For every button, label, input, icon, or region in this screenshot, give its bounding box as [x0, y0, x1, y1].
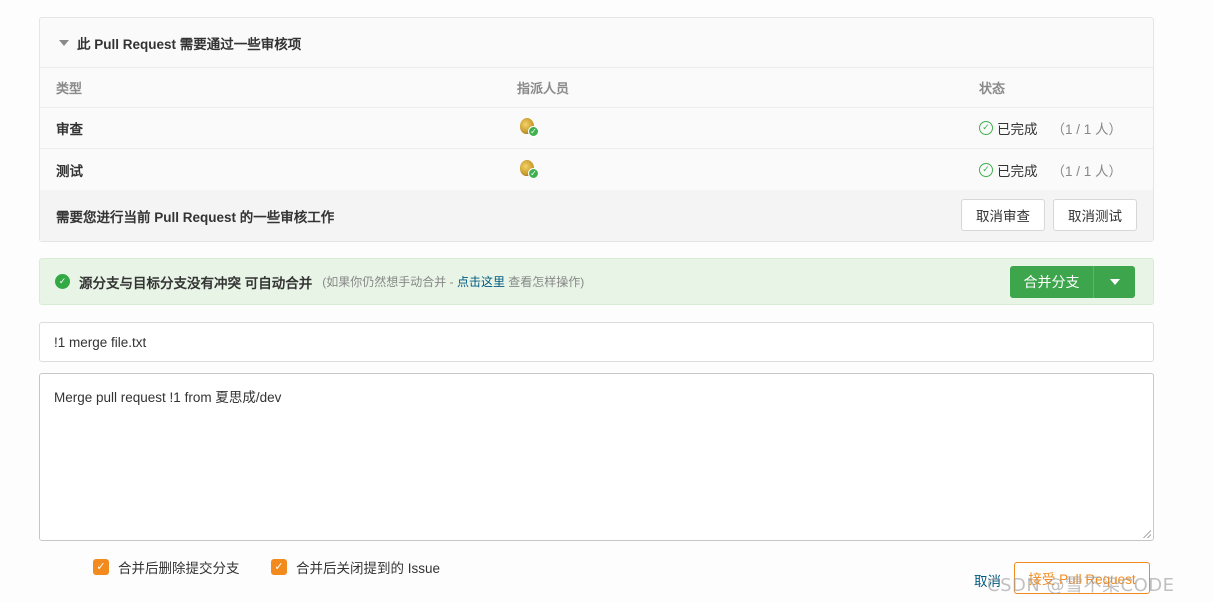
merge-options-dropdown[interactable] [1094, 279, 1135, 285]
close-issue-option[interactable]: ✓ 合并后关闭提到的 Issue [271, 557, 440, 577]
status-count: （1 / 1 人） [1051, 122, 1123, 137]
delete-branch-option[interactable]: ✓ 合并后删除提交分支 [93, 557, 240, 577]
merge-hint-prefix: (如果你仍然想手动合并 - [322, 275, 457, 289]
merge-status-bar: ✓ 源分支与目标分支没有冲突 可自动合并 (如果你仍然想手动合并 - 点击这里 … [39, 258, 1154, 305]
merge-title-input[interactable]: !1 merge file.txt [39, 322, 1154, 362]
merge-hint-suffix: 查看怎样操作) [504, 275, 585, 289]
cancel-link[interactable]: 取消 [974, 570, 1001, 590]
merge-message: 源分支与目标分支没有冲突 可自动合并 [79, 275, 313, 291]
column-status: 状态 [979, 81, 1006, 96]
review-header[interactable]: 此 Pull Request 需要通过一些审核项 [40, 18, 1153, 68]
column-type: 类型 [56, 81, 83, 96]
collapse-caret-icon[interactable] [59, 39, 69, 46]
review-footer-text: 需要您进行当前 Pull Request 的一些审核工作 [56, 209, 335, 225]
table-row: 审查 ✓ ✓ 已完成 （1 / 1 人） [40, 108, 1153, 149]
review-footer: 需要您进行当前 Pull Request 的一些审核工作 取消审查 取消测试 [40, 190, 1153, 241]
review-type: 测试 [56, 163, 83, 179]
review-header-title: 此 Pull Request 需要通过一些审核项 [77, 36, 302, 52]
column-assignee: 指派人员 [517, 81, 570, 96]
merge-branch-button-group: 合并分支 [1010, 266, 1135, 298]
check-circle-icon: ✓ [55, 274, 70, 289]
status-text: 已完成 [997, 122, 1038, 137]
cancel-test-button[interactable]: 取消测试 [1053, 199, 1137, 231]
review-type: 审查 [56, 122, 83, 137]
status: ✓ 已完成 （1 / 1 人） [979, 149, 1122, 190]
check-badge-icon: ✓ [528, 126, 539, 137]
assignee[interactable]: ✓ [517, 149, 539, 190]
avatar[interactable]: ✓ [517, 159, 539, 181]
merge-description-textarea[interactable]: Merge pull request !1 from 夏思成/dev [39, 373, 1154, 541]
description-text: Merge pull request !1 from 夏思成/dev [54, 390, 282, 405]
review-panel: 此 Pull Request 需要通过一些审核项 类型 指派人员 状态 审查 ✓… [39, 17, 1154, 242]
delete-branch-checkbox[interactable]: ✓ [93, 559, 109, 575]
check-circle-icon: ✓ [979, 121, 993, 135]
accept-pull-request-button[interactable]: 接受 Pull Request [1014, 562, 1150, 594]
assignee[interactable]: ✓ [517, 108, 539, 148]
review-table: 类型 指派人员 状态 审查 ✓ ✓ 已完成 （1 / 1 人） 测试 ✓ ✓ 已… [40, 68, 1153, 190]
avatar[interactable]: ✓ [517, 117, 539, 139]
caret-down-icon [1109, 279, 1120, 285]
merge-branch-button[interactable]: 合并分支 [1010, 272, 1093, 292]
status: ✓ 已完成 （1 / 1 人） [979, 108, 1122, 148]
merge-help-link[interactable]: 点击这里 [457, 275, 505, 289]
cancel-review-button[interactable]: 取消审查 [961, 199, 1045, 231]
table-row: 测试 ✓ ✓ 已完成 （1 / 1 人） [40, 149, 1153, 190]
status-count: （1 / 1 人） [1051, 163, 1123, 179]
merge-hint: (如果你仍然想手动合并 - 点击这里 查看怎样操作) [322, 273, 584, 290]
check-circle-icon: ✓ [979, 162, 993, 177]
status-text: 已完成 [997, 163, 1038, 179]
close-issue-checkbox[interactable]: ✓ [271, 559, 287, 575]
resize-handle-icon[interactable] [1143, 530, 1151, 538]
check-badge-icon: ✓ [528, 167, 539, 179]
delete-branch-label: 合并后删除提交分支 [118, 561, 240, 576]
close-issue-label: 合并后关闭提到的 Issue [296, 561, 441, 576]
review-table-header: 类型 指派人员 状态 [40, 68, 1153, 108]
